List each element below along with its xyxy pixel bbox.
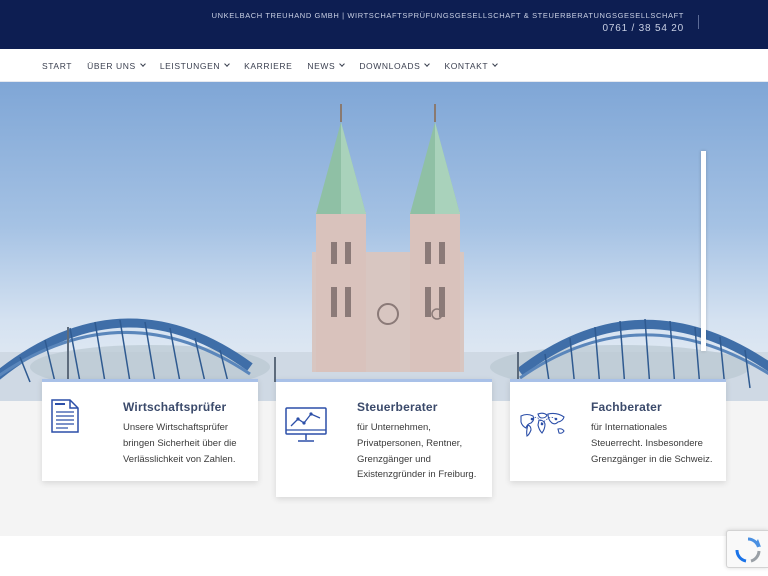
card-text: für Internationales Steuerrecht. Insbeso… (591, 422, 713, 465)
nav-item-downloads[interactable]: DOWNLOADS (359, 61, 431, 71)
hero-image (0, 82, 768, 401)
service-card-fachberater[interactable]: Fachberater für Internationales Steuerre… (510, 379, 726, 481)
church-bridge-illustration (0, 104, 768, 401)
nav-item-news[interactable]: NEWS (307, 61, 346, 71)
topbar-divider (698, 15, 699, 29)
chevron-down-icon (492, 61, 499, 67)
chevron-down-icon (224, 61, 230, 67)
card-title: Wirtschaftsprüfer (123, 400, 227, 414)
nav-item-leistungen[interactable]: LEISTUNGEN (160, 61, 230, 71)
main-navigation: START ÜBER UNS LEISTUNGEN KARRIERE NEWS … (0, 49, 768, 82)
service-card-wirtschaftspruefer[interactable]: Wirtschaftsprüfer Unsere Wirtschaftsprüf… (42, 379, 258, 481)
chevron-down-icon (139, 61, 146, 67)
card-text: für Unternehmen, Privatpersonen, Rentner… (357, 422, 477, 481)
top-bar: UNKELBACH TREUHAND GMBH | WIRTSCHAFTSPRÜ… (0, 0, 768, 49)
company-name: UNKELBACH TREUHAND GMBH | WIRTSCHAFTSPRÜ… (211, 11, 684, 20)
nav-item-start[interactable]: START (42, 61, 72, 71)
chevron-down-icon (339, 61, 346, 67)
recaptcha-icon (735, 537, 761, 563)
chevron-down-icon (424, 61, 431, 67)
service-card-steuerberater[interactable]: Steuerberater für Unternehmen, Privatper… (276, 379, 492, 497)
world-map-icon (520, 412, 565, 437)
card-title: Steuerberater (357, 400, 438, 414)
document-icon (51, 399, 79, 433)
card-title: Fachberater (591, 400, 662, 414)
slider-indicator[interactable] (701, 151, 706, 351)
phone-number[interactable]: 0761 / 38 54 20 (602, 23, 684, 34)
nav-item-karriere[interactable]: KARRIERE (244, 61, 292, 71)
card-text: Unsere Wirtschaftsprüfer bringen Sicherh… (123, 422, 237, 465)
recaptcha-badge[interactable] (726, 530, 768, 568)
nav-item-ueber-uns[interactable]: ÜBER UNS (87, 61, 146, 71)
nav-item-kontakt[interactable]: KONTAKT (444, 61, 499, 71)
monitor-chart-icon (285, 407, 327, 442)
